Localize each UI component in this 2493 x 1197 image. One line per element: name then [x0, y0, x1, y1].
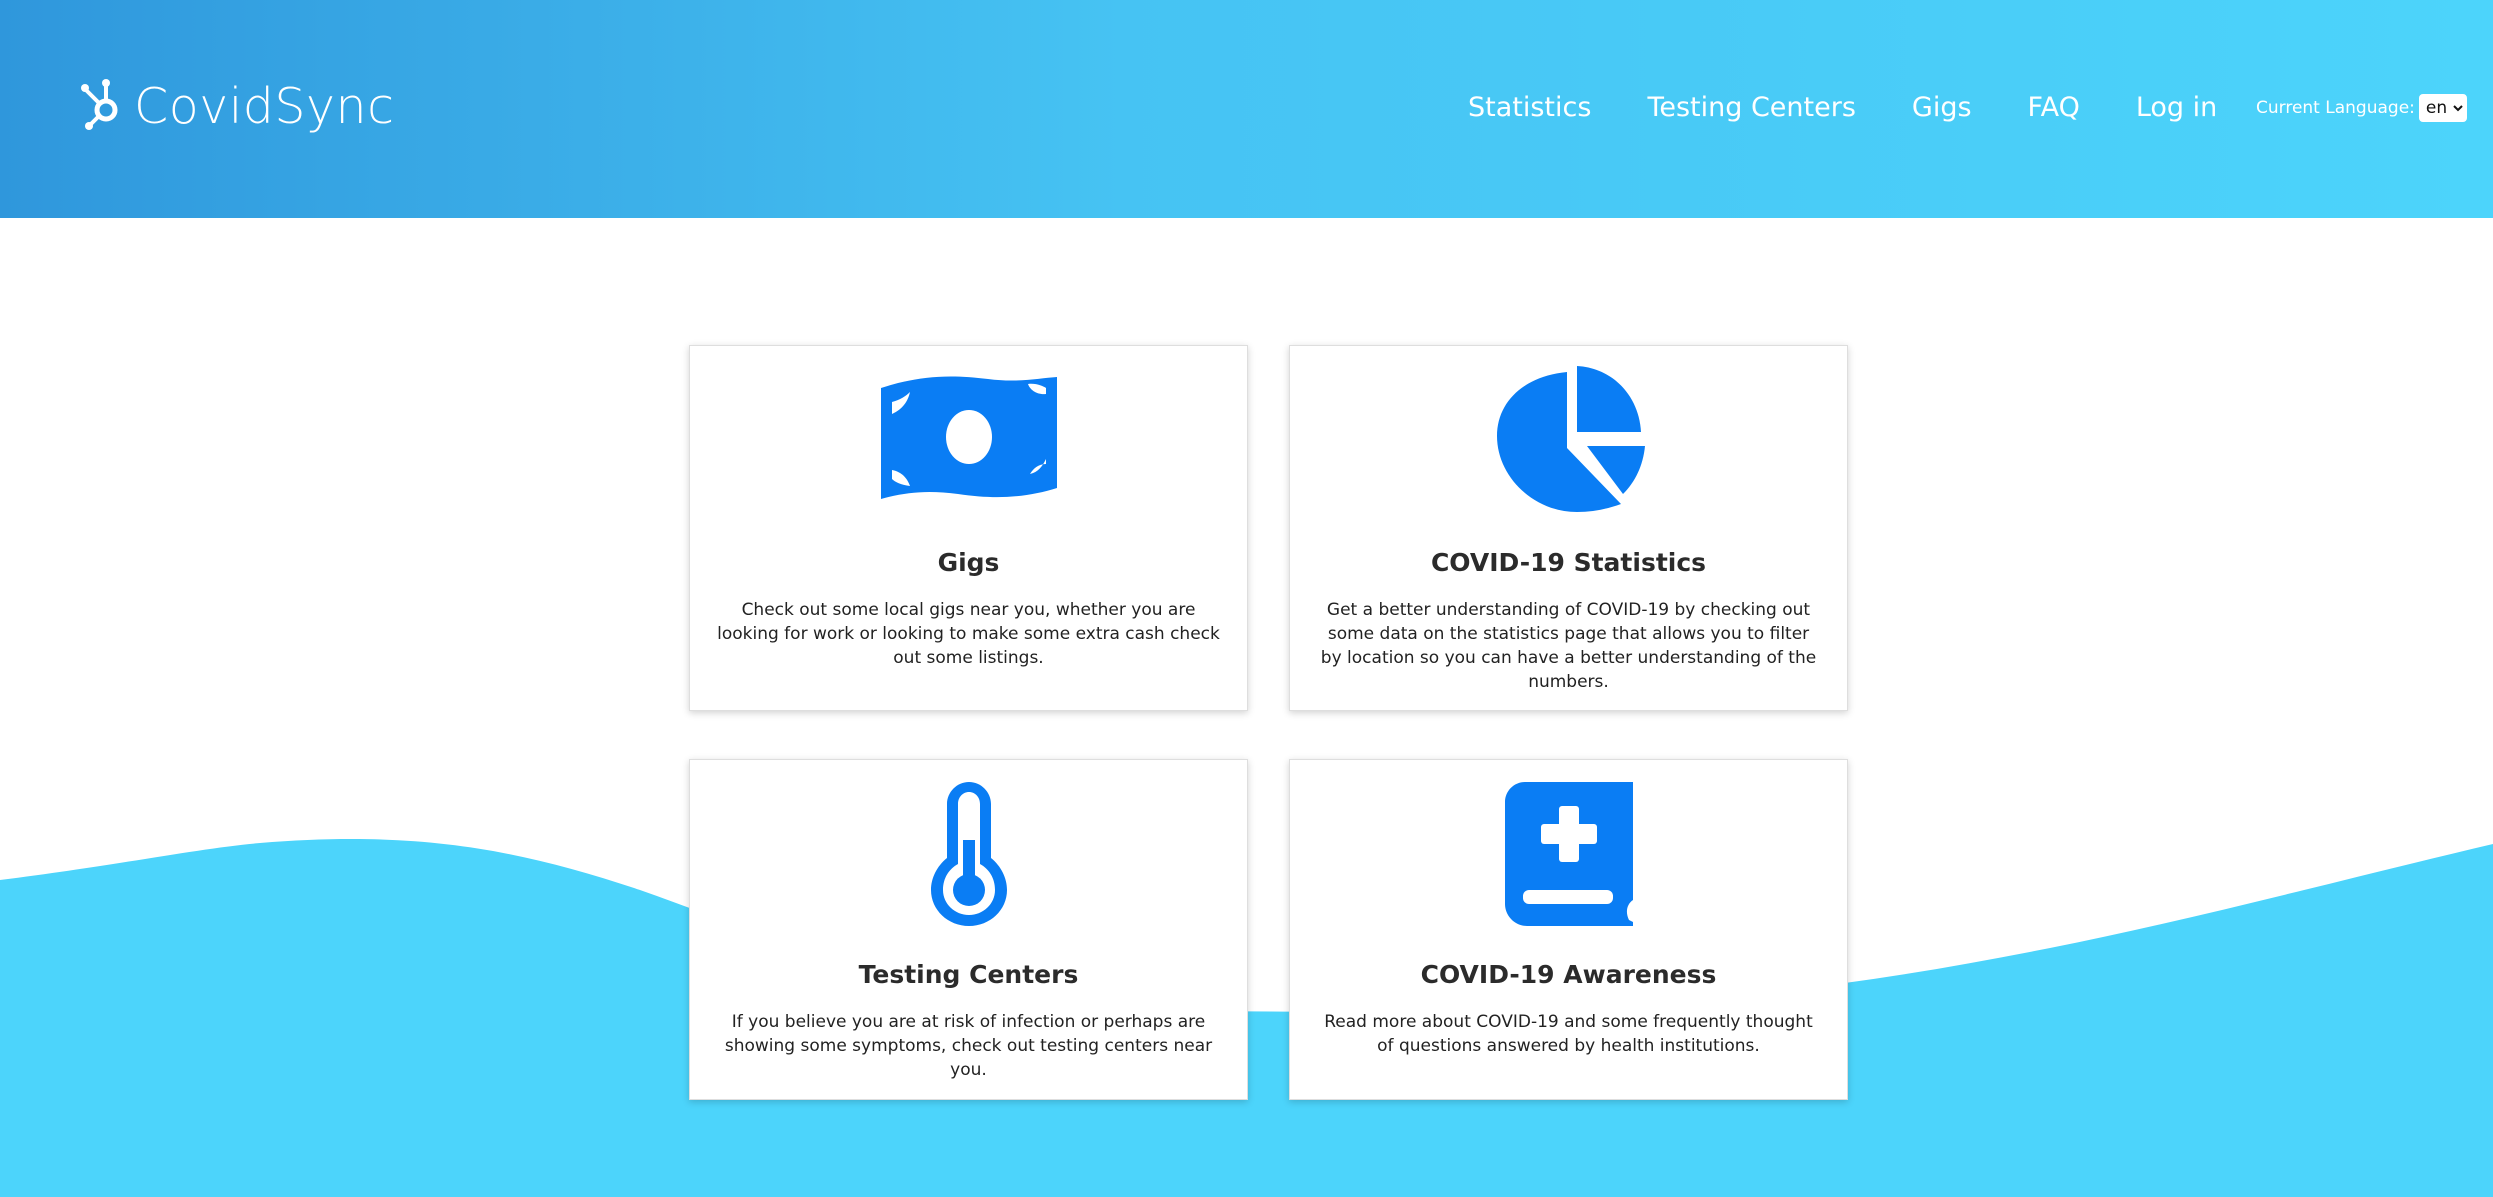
- nav-testing-centers[interactable]: Testing Centers: [1647, 88, 1855, 128]
- language-label: Current Language:: [2256, 98, 2415, 118]
- main-nav: Statistics Testing Centers Gigs FAQ Log …: [1468, 88, 2273, 128]
- medical-book-icon: [1504, 782, 1633, 926]
- brand-logo-link[interactable]: CovidSync: [78, 78, 395, 134]
- card-description: Get a better understanding of COVID-19 b…: [1320, 600, 1817, 692]
- hub-logo-icon: [81, 79, 118, 130]
- card-covid-statistics[interactable]: COVID-19 Statistics Get a better underst…: [1289, 345, 1848, 711]
- card-description: If you believe you are at risk of infect…: [724, 1012, 1213, 1080]
- nav-faq[interactable]: FAQ: [2028, 88, 2080, 128]
- nav-statistics[interactable]: Statistics: [1468, 88, 1591, 128]
- card-title: COVID-19 Statistics: [1430, 548, 1707, 577]
- thermometer-icon: [930, 782, 1007, 926]
- card-title: COVID-19 Awareness: [1420, 960, 1717, 989]
- card-covid-awareness[interactable]: COVID-19 Awareness Read more about COVID…: [1289, 759, 1848, 1100]
- page: CovidSync Statistics Testing Centers Gig…: [0, 0, 2493, 1197]
- card-description: Check out some local gigs near you, whet…: [717, 600, 1220, 668]
- money-bill-icon: [880, 376, 1057, 499]
- brand-name: CovidSync: [134, 77, 395, 135]
- card-testing-centers[interactable]: Testing Centers If you believe you are a…: [689, 759, 1248, 1100]
- card-title: Gigs: [937, 548, 1000, 577]
- card-title: Testing Centers: [858, 960, 1079, 989]
- card-description: Read more about COVID-19 and some freque…: [1324, 1012, 1813, 1056]
- pie-chart-icon: [1496, 366, 1645, 512]
- nav-log-in[interactable]: Log in: [2136, 88, 2217, 128]
- nav-gigs[interactable]: Gigs: [1912, 88, 1972, 128]
- language-switcher: Current Language: en: [2256, 94, 2467, 122]
- site-header: CovidSync Statistics Testing Centers Gig…: [0, 0, 2493, 218]
- language-select[interactable]: en: [2418, 94, 2467, 122]
- card-gigs[interactable]: Gigs Check out some local gigs near you,…: [689, 345, 1248, 711]
